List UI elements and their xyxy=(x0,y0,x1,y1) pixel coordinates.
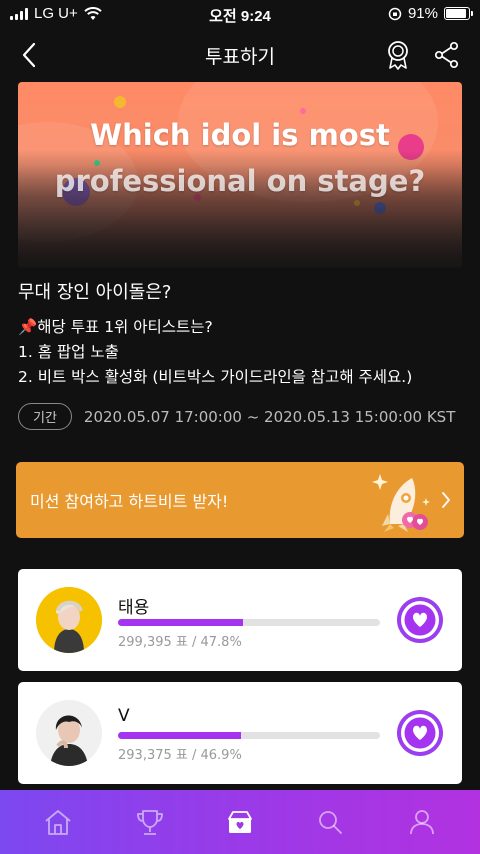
candidate-card: 태용 299,395 표 / 47.8% xyxy=(18,569,462,671)
vote-share-bar xyxy=(118,732,380,739)
search-icon[interactable] xyxy=(314,806,346,838)
vote-share-fill xyxy=(118,732,241,739)
trophy-icon[interactable] xyxy=(134,806,166,838)
battery-fill xyxy=(446,9,467,18)
home-icon[interactable] xyxy=(42,806,74,838)
battery-percent: 91% xyxy=(407,5,438,22)
nav-bar: 투표하기 xyxy=(0,28,480,82)
profile-icon[interactable] xyxy=(406,806,438,838)
heart-vote-button[interactable] xyxy=(395,708,445,758)
status-bar: LG U+ 오전 9:24 91% xyxy=(0,0,480,28)
vote-share-fill xyxy=(118,619,244,626)
avatar xyxy=(36,587,102,653)
vote-period: 기간 2020.05.07 17:00:00 ~ 2020.05.13 15:0… xyxy=(18,403,455,430)
bottom-tab-bar xyxy=(0,790,480,854)
description-line: 2. 비트 박스 활성화 (비트박스 가이드라인을 참고해 주세요.) xyxy=(18,368,413,386)
vote-banner: Which idol is most professional on stage… xyxy=(18,82,462,268)
chevron-right-icon xyxy=(442,492,450,508)
banner-title: Which idol is most professional on stage… xyxy=(18,112,462,204)
period-dates: 2020.05.07 17:00:00 ~ 2020.05.13 15:00:0… xyxy=(83,407,456,426)
candidate-card: V 293,375 표 / 46.9% xyxy=(18,682,462,784)
vote-count: 293,375 표 / 46.9% xyxy=(118,748,242,763)
banner-title-line2: professional on stage? xyxy=(54,164,426,198)
battery-icon xyxy=(444,7,473,20)
vote-description: 📌해당 투표 1위 아티스트는? 1. 홈 팝업 노출 2. 비트 박스 활성화… xyxy=(18,315,412,390)
vote-detail-content[interactable]: Which idol is most professional on stage… xyxy=(0,82,480,790)
vote-question: 무대 장인 아이돌은? xyxy=(18,282,172,303)
status-right: 91% xyxy=(388,5,473,22)
description-line: 📌해당 투표 1위 아티스트는? xyxy=(18,318,213,336)
avatar xyxy=(36,700,102,766)
vote-count: 299,395 표 / 47.8% xyxy=(118,635,242,650)
description-line: 1. 홈 팝업 노출 xyxy=(18,343,119,361)
mission-label: 미션 참여하고 하트비트 받자! xyxy=(30,492,229,511)
mission-banner[interactable]: 미션 참여하고 하트비트 받자! xyxy=(16,462,464,538)
candidate-name: 태용 xyxy=(118,598,150,618)
heart-vote-button[interactable] xyxy=(395,595,445,645)
share-icon[interactable] xyxy=(434,41,460,69)
award-badge-icon[interactable] xyxy=(384,40,412,70)
orientation-lock-icon xyxy=(388,7,402,20)
candidate-name: V xyxy=(118,706,130,726)
rocket-icon xyxy=(372,474,430,532)
period-label-chip: 기간 xyxy=(18,403,72,430)
banner-title-line1: Which idol is most xyxy=(90,118,390,152)
vote-share-bar xyxy=(118,619,380,626)
vote-box-icon[interactable] xyxy=(224,806,256,838)
